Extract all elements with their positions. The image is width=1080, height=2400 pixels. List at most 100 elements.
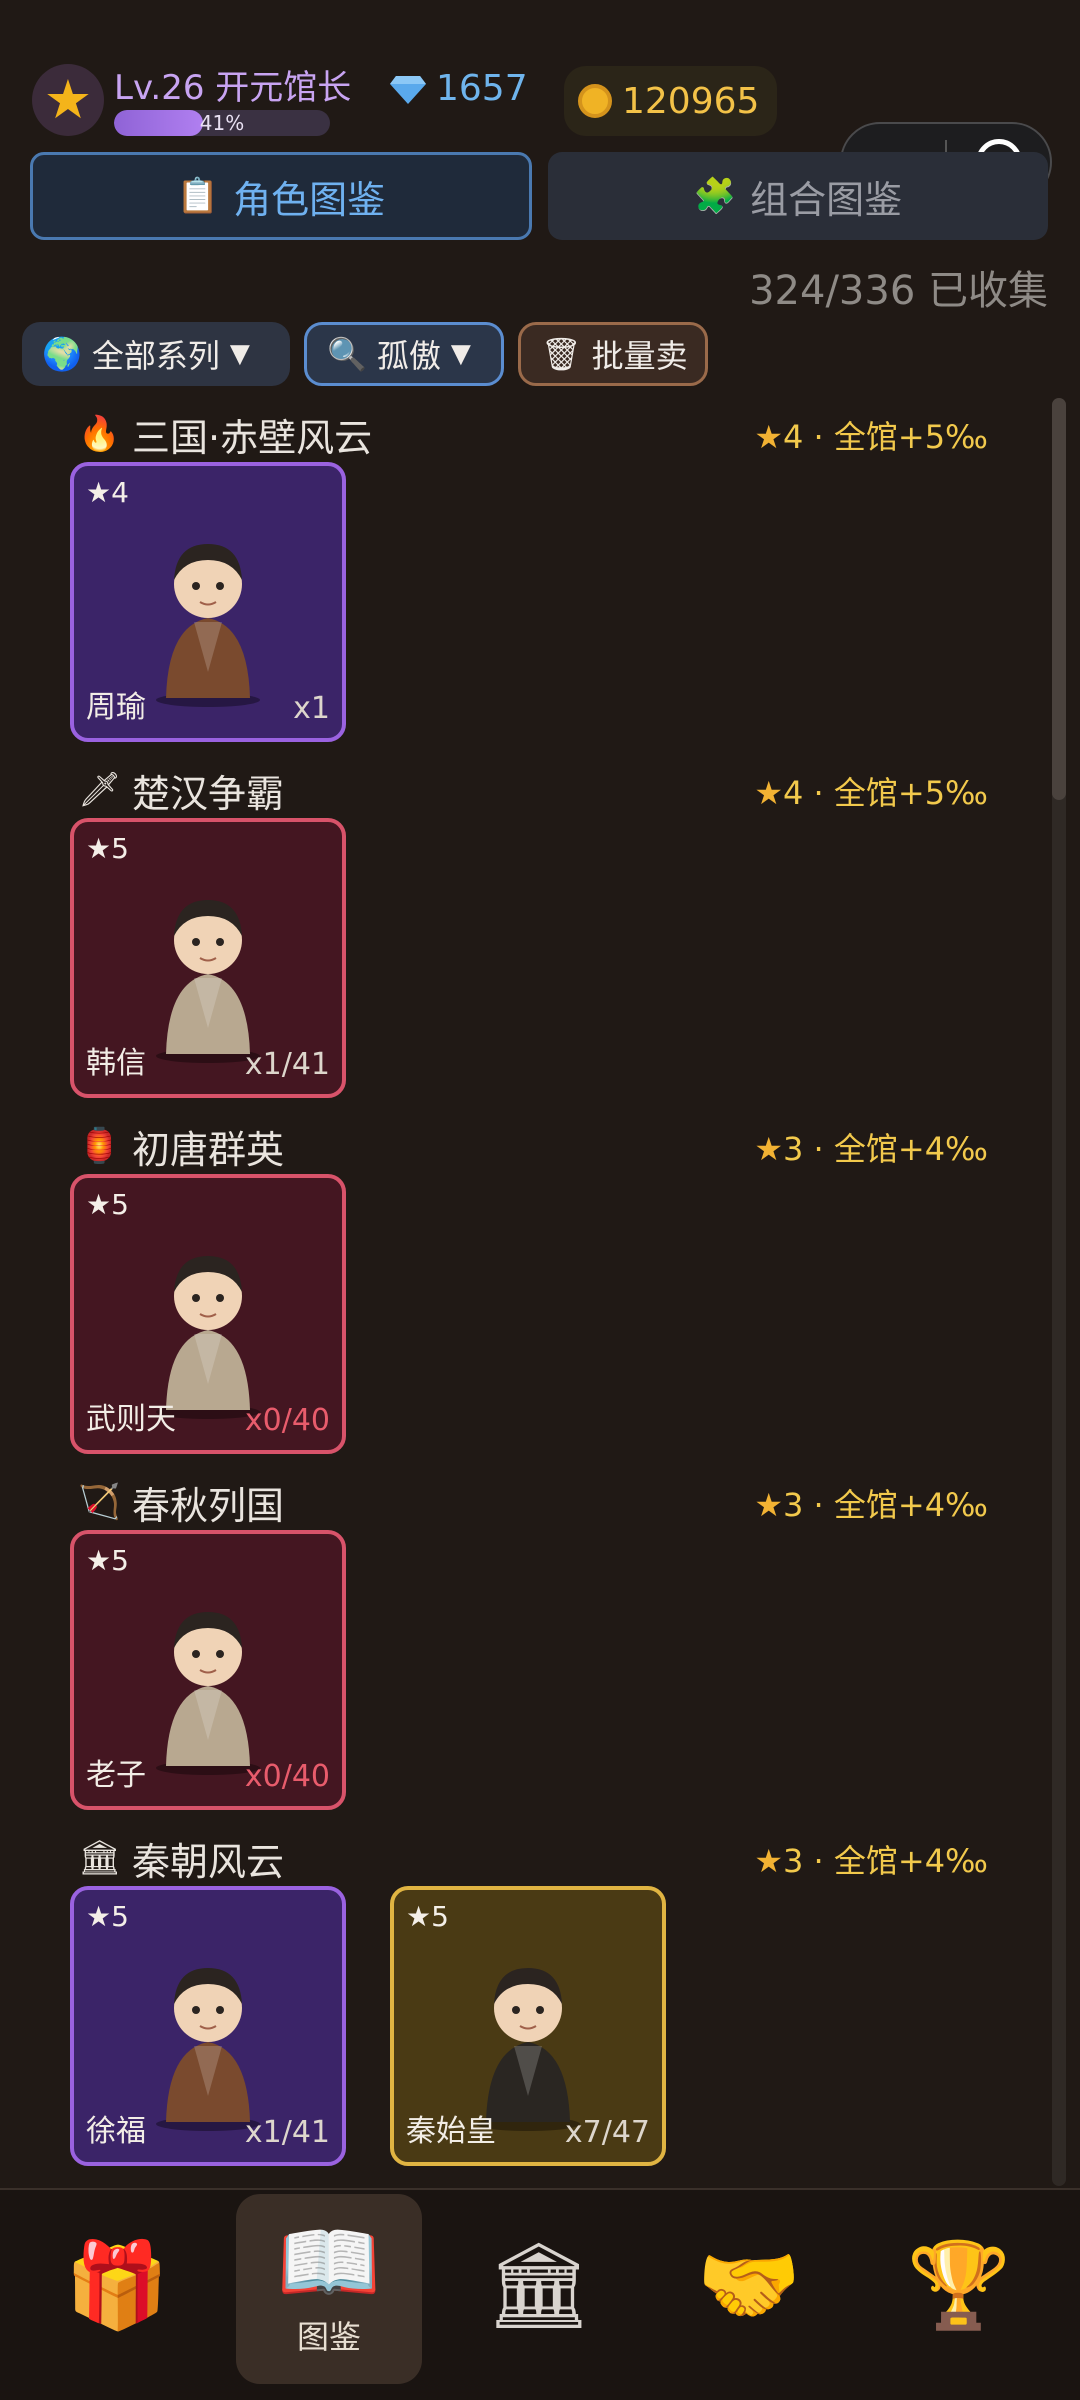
card-count: x7/47 <box>564 2115 650 2150</box>
tab-character-codex[interactable]: 📋 角色图鉴 <box>30 152 532 240</box>
tab-combo-codex[interactable]: 🧩 组合图鉴 <box>548 152 1048 240</box>
series-section: 🗡 楚汉争霸 ★4 · 全馆+5‰ ★5 韩信 x1/41 <box>0 756 1080 1112</box>
card-count: x0/40 <box>244 1759 330 1794</box>
character-card[interactable]: ★5 韩信 x1/41 <box>70 818 346 1098</box>
series-title: 初唐群英 <box>132 1127 285 1172</box>
series-section: 🏹 春秋列国 ★3 · 全馆+4‰ ★5 老子 x0/40 <box>0 1468 1080 1824</box>
series-section: 🏮 初唐群英 ★3 · 全馆+4‰ ★5 武则天 x0/40 <box>0 1112 1080 1468</box>
nav-label: 图鉴 <box>296 2318 361 2356</box>
card-rarity: ★5 <box>86 1544 129 1577</box>
series-bonus: ★3 · 全馆+4‰ <box>754 1480 988 1526</box>
level-title: Lv.26 开元馆长 <box>114 68 352 108</box>
nav-museum[interactable]: 🏛 <box>446 2190 632 2380</box>
character-card[interactable]: ★5 徐福 x1/41 <box>70 1886 346 2166</box>
series-bonus: ★3 · 全馆+4‰ <box>754 1124 988 1170</box>
xp-progress-bar: 41% <box>114 110 330 136</box>
character-figure-image <box>138 1946 278 2132</box>
star-icon: ★ <box>754 418 783 456</box>
series-icon: 🏹 <box>78 1482 121 1522</box>
card-row: ★4 周瑜 x1 <box>70 462 346 742</box>
series-icon: 🏛 <box>78 1838 122 1878</box>
gem-balance[interactable]: 1657 <box>390 68 528 109</box>
character-figure-image <box>138 1234 278 1420</box>
card-row: ★5 徐福 x1/41 ★5 秦始皇 x7/47 <box>70 1886 666 2166</box>
card-rarity: ★5 <box>86 832 129 865</box>
series-bonus-text: 3 · 全馆+4‰ <box>783 1130 988 1168</box>
character-card[interactable]: ★5 秦始皇 x7/47 <box>390 1886 666 2166</box>
series-filter-dropdown[interactable]: 🌍 全部系列 ▼ <box>22 322 290 386</box>
star-icon: ★ <box>754 1486 783 1524</box>
series-bonus-text: 3 · 全馆+4‰ <box>783 1486 988 1524</box>
series-header: 🏛 秦朝风云 <box>78 1832 284 1884</box>
series-bonus-text: 4 · 全馆+5‰ <box>783 418 988 456</box>
nav-trophy[interactable]: 🏆 <box>866 2190 1052 2380</box>
card-name: 徐福 <box>86 2114 146 2149</box>
nav-trade[interactable]: 🤝 <box>656 2190 842 2380</box>
card-name: 老子 <box>86 1758 146 1793</box>
series-section: 🔥 三国·赤壁风云 ★4 · 全馆+5‰ ★4 周瑜 x1 <box>0 400 1080 756</box>
character-figure-image <box>458 1946 598 2132</box>
card-name: 武则天 <box>86 1402 176 1437</box>
gem-count: 1657 <box>436 68 528 109</box>
trait-filter-label: 孤傲 <box>376 337 441 375</box>
card-row: ★5 武则天 x0/40 <box>70 1174 346 1454</box>
series-header: 🏹 春秋列国 <box>78 1476 284 1528</box>
character-card[interactable]: ★5 武则天 x0/40 <box>70 1174 346 1454</box>
card-row: ★5 老子 x0/40 <box>70 1530 346 1810</box>
basket-icon: 🗑 <box>541 335 582 373</box>
character-figure-image <box>138 878 278 1064</box>
coin-count: 120965 <box>622 80 760 122</box>
series-section: 🏛 秦朝风云 ★3 · 全馆+4‰ ★5 徐福 x1/41 ★5 秦始皇 x7/47 <box>0 1824 1080 2180</box>
character-card[interactable]: ★4 周瑜 x1 <box>70 462 346 742</box>
caret-down-icon: ▼ <box>450 339 471 369</box>
series-icon: 🏮 <box>78 1126 121 1166</box>
character-figure-image <box>138 522 278 708</box>
series-list: 🔥 三国·赤壁风云 ★4 · 全馆+5‰ ★4 周瑜 x1 🗡 楚汉争霸 ★4 · 全馆+5‰ ★… <box>0 400 1080 2185</box>
globe-icon: 🌍 <box>42 335 82 373</box>
card-count: x1/41 <box>244 1047 330 1082</box>
card-name: 周瑜 <box>86 690 146 725</box>
xp-progress-label: 41% <box>199 111 245 135</box>
card-name: 韩信 <box>86 1046 146 1081</box>
card-count: x0/40 <box>244 1403 330 1438</box>
series-bonus: ★4 · 全馆+5‰ <box>754 768 988 814</box>
card-name: 秦始皇 <box>406 2114 496 2149</box>
trade-icon: 🤝 <box>696 2236 802 2334</box>
puzzle-icon: 🧩 <box>693 176 737 216</box>
clipboard-icon: 📋 <box>176 176 220 216</box>
trait-filter-dropdown[interactable]: 🔍 孤傲 ▼ <box>304 322 504 386</box>
card-count: x1 <box>293 691 330 726</box>
star-icon: ★ <box>754 774 783 812</box>
series-header: 🔥 三国·赤壁风云 <box>78 408 372 460</box>
series-icon: 🗡 <box>78 770 122 810</box>
gift-icon: 🎁 <box>64 2236 170 2334</box>
series-bonus-text: 3 · 全馆+4‰ <box>783 1842 988 1880</box>
coin-balance[interactable]: 120965 <box>564 66 778 136</box>
card-count: x1/41 <box>244 2115 330 2150</box>
series-icon: 🔥 <box>78 414 121 454</box>
tab-combo-label: 组合图鉴 <box>750 177 903 222</box>
tab-character-label: 角色图鉴 <box>233 177 386 222</box>
star-icon[interactable]: ★ <box>32 64 104 136</box>
museum-icon: 🏛 <box>485 2236 593 2334</box>
series-title: 秦朝风云 <box>132 1839 285 1884</box>
series-header: 🏮 初唐群英 <box>78 1120 284 1172</box>
nav-gift[interactable]: 🎁 <box>24 2190 210 2380</box>
coin-icon <box>578 84 612 118</box>
collection-progress: 324/336 已收集 <box>749 268 1048 314</box>
bulk-sell-button[interactable]: 🗑 批量卖 <box>518 322 708 386</box>
series-filter-label: 全部系列 <box>91 337 220 375</box>
card-rarity: ★5 <box>406 1900 449 1933</box>
series-bonus: ★3 · 全馆+4‰ <box>754 1836 988 1882</box>
character-figure-image <box>138 1590 278 1776</box>
series-title: 三国·赤壁风云 <box>132 415 373 460</box>
bottom-nav: 🎁 📖 图鉴 🏛 🤝 🏆 <box>0 2188 1080 2400</box>
trophy-icon: 🏆 <box>906 2236 1012 2334</box>
nav-codex[interactable]: 📖 图鉴 <box>236 2194 422 2384</box>
series-title: 春秋列国 <box>132 1483 285 1528</box>
card-rarity: ★4 <box>86 476 129 509</box>
codex-icon: 📖 <box>276 2213 382 2311</box>
card-rarity: ★5 <box>86 1900 129 1933</box>
character-card[interactable]: ★5 老子 x0/40 <box>70 1530 346 1810</box>
search-icon: 🔍 <box>327 335 367 373</box>
